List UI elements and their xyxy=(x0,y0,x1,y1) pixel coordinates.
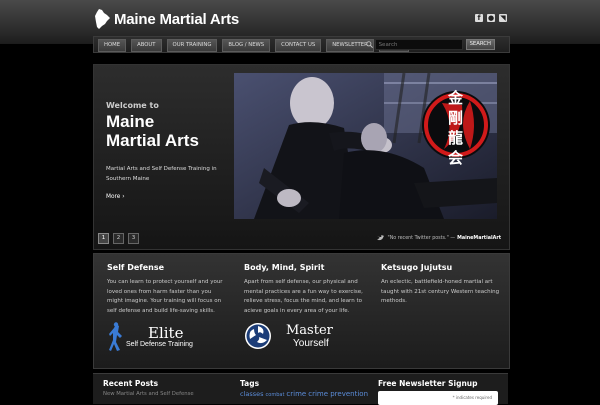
site-logo[interactable]: Maine Martial Arts xyxy=(94,8,239,30)
facebook-icon[interactable]: f xyxy=(475,14,483,22)
hero-photo: 金 剛 龍 会 xyxy=(234,73,497,219)
feature-section: Self Defense You can learn to protect yo… xyxy=(93,253,510,369)
nav-item-our-training[interactable]: Our Training xyxy=(166,39,218,52)
twitter-text: "No recent Twitter posts." — xyxy=(387,235,456,241)
tag-link[interactable]: crime prevention xyxy=(308,390,368,398)
feature-title: Body, Mind, Spirit xyxy=(244,263,325,272)
newsletter-form[interactable]: * indicates required xyxy=(378,391,498,405)
search-input[interactable] xyxy=(374,39,463,50)
nav-item-about[interactable]: About xyxy=(131,39,162,52)
nav-item-home[interactable]: Home xyxy=(98,39,127,52)
footer-widgets: Recent Posts New Martial Arts and Self D… xyxy=(93,373,508,405)
rss-icon[interactable]: ◥ xyxy=(499,14,507,22)
main-nav: Home About Our Training Blog / News Cont… xyxy=(93,36,510,53)
tags-widget: Tags classes combat crime crime preventi… xyxy=(240,379,368,398)
slide-button-2[interactable]: 2 xyxy=(113,233,124,244)
newsletter-widget: Free Newsletter Signup xyxy=(378,379,478,388)
feature-title: Self Defense xyxy=(107,263,165,272)
emblem-kanji-4: 会 xyxy=(448,149,463,167)
badge-elite-text: Elite xyxy=(148,324,184,342)
feature-self-defense: Self Defense You can learn to protect yo… xyxy=(107,263,227,316)
recent-post-link[interactable]: New Martial Arts and Self Defense xyxy=(103,391,194,397)
hero-more-link[interactable]: More › xyxy=(106,194,226,200)
tag-cloud: classes combat crime crime prevention xyxy=(240,390,368,398)
badge-master-text: Master xyxy=(286,323,333,338)
hero-title-line2: Martial Arts xyxy=(106,131,199,150)
badge-elite-subtext: Self Defense Training xyxy=(126,341,193,348)
martial-arts-photo-illustration: 金 剛 龍 会 xyxy=(234,73,497,219)
emblem-kanji-3: 龍 xyxy=(448,129,463,147)
tag-link[interactable]: crime xyxy=(286,390,306,398)
nav-item-contact-us[interactable]: Contact Us xyxy=(275,39,322,52)
hero-description: Martial Arts and Self Defense Training i… xyxy=(106,166,217,182)
emblem-kanji-1: 金 xyxy=(447,89,464,107)
flickr-icon[interactable]: ● xyxy=(487,14,495,22)
slide-button-3[interactable]: 3 xyxy=(128,233,139,244)
social-links: f ● ◥ xyxy=(475,14,507,22)
fighter-silhouette-icon xyxy=(109,322,122,351)
tag-link[interactable]: classes xyxy=(240,390,264,398)
required-note: * indicates required xyxy=(452,395,492,400)
feature-ketsugo-jujutsu: Ketsugo Jujutsu An eclectic, battlefield… xyxy=(381,263,501,307)
nav-item-blog-news[interactable]: Blog / News xyxy=(222,39,271,52)
master-badge[interactable]: Master Yourself xyxy=(244,322,333,350)
hero-title-line1: Maine xyxy=(106,112,155,131)
twitter-bird-icon xyxy=(377,235,385,241)
feature-text: An eclectic, battlefield-honed martial a… xyxy=(381,279,500,304)
recent-posts-widget: Recent Posts New Martial Arts and Self D… xyxy=(103,379,194,397)
maine-state-icon xyxy=(95,9,110,29)
feature-body-mind-spirit: Body, Mind, Spirit Apart from self defen… xyxy=(244,263,364,316)
feature-text: You can learn to protect yourself and yo… xyxy=(107,279,223,314)
mitsudomoe-icon xyxy=(245,323,271,349)
emblem-kanji-2: 剛 xyxy=(448,109,463,127)
feature-title: Ketsugo Jujutsu xyxy=(381,263,453,272)
badge-master-subtext: Yourself xyxy=(293,338,329,349)
hero-welcome: Welcome to xyxy=(106,101,159,110)
tags-title: Tags xyxy=(240,379,260,388)
hero-slider: Welcome to Maine Martial Arts Martial Ar… xyxy=(93,64,510,250)
twitter-feed: "No recent Twitter posts." — MaineMartia… xyxy=(377,235,501,241)
slide-pagination: 1 2 3 xyxy=(98,233,139,244)
newsletter-title: Free Newsletter Signup xyxy=(378,379,478,388)
elite-badge[interactable]: Elite Self Defense Training xyxy=(108,322,193,352)
nav-items: Home About Our Training Blog / News Cont… xyxy=(98,39,409,52)
twitter-handle[interactable]: MaineMartialArt xyxy=(457,236,501,241)
site-title: Maine Martial Arts xyxy=(114,10,240,28)
search-button[interactable]: SEARCH xyxy=(465,39,495,50)
tag-link[interactable]: combat xyxy=(266,392,285,398)
search-icon xyxy=(365,41,373,48)
hero-caption: Welcome to Maine Martial Arts Martial Ar… xyxy=(106,101,226,200)
feature-text: Apart from self defense, our physical an… xyxy=(244,279,363,314)
search-box: SEARCH xyxy=(365,39,495,50)
recent-posts-title: Recent Posts xyxy=(103,379,159,388)
slide-button-1[interactable]: 1 xyxy=(98,233,109,244)
